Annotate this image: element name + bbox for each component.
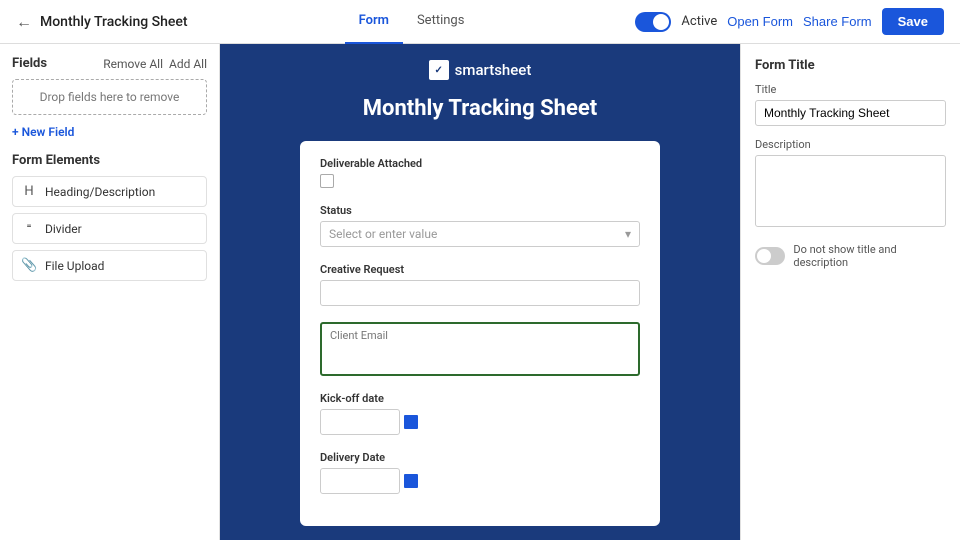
divider-label: Divider bbox=[45, 222, 82, 236]
deliverable-attached-label: Deliverable Attached bbox=[320, 157, 640, 170]
heading-label: Heading/Description bbox=[45, 185, 155, 199]
title-input[interactable] bbox=[755, 100, 946, 126]
toggle-row: Do not show title and description bbox=[755, 243, 946, 269]
field-kickoff-date: Kick-off date bbox=[320, 392, 640, 435]
header-right: Active Open Form Share Form Save bbox=[635, 8, 944, 35]
delivery-date-input[interactable] bbox=[320, 468, 400, 494]
active-toggle[interactable] bbox=[635, 12, 671, 32]
open-form-button[interactable]: Open Form bbox=[727, 14, 793, 29]
creative-request-input[interactable] bbox=[320, 280, 640, 306]
element-file-upload[interactable]: 📎 File Upload bbox=[12, 250, 207, 281]
kickoff-calendar-icon[interactable] bbox=[404, 415, 418, 429]
status-label: Status bbox=[320, 204, 640, 217]
creative-request-label: Creative Request bbox=[320, 263, 640, 276]
tab-settings[interactable]: Settings bbox=[403, 0, 478, 44]
description-label: Description bbox=[755, 138, 946, 151]
form-preview-title: Monthly Tracking Sheet bbox=[363, 96, 597, 121]
toggle-knob bbox=[653, 14, 669, 30]
title-label: Title bbox=[755, 83, 946, 96]
kickoff-date-label: Kick-off date bbox=[320, 392, 640, 405]
smartsheet-logo-icon: ✓ bbox=[429, 60, 449, 80]
page-title: Monthly Tracking Sheet bbox=[40, 14, 188, 30]
fields-title: Fields bbox=[12, 56, 47, 71]
divider-icon: ⁼ bbox=[21, 221, 37, 236]
delivery-date-label: Delivery Date bbox=[320, 451, 640, 464]
description-textarea[interactable] bbox=[755, 155, 946, 227]
delivery-calendar-icon[interactable] bbox=[404, 474, 418, 488]
form-preview: ✓ smartsheet Monthly Tracking Sheet Deli… bbox=[220, 44, 740, 540]
field-status: Status Select or enter value ▾ bbox=[320, 204, 640, 247]
field-client-email: Client Email bbox=[320, 322, 640, 376]
main-layout: Fields Remove All Add All Drop fields he… bbox=[0, 44, 960, 540]
field-deliverable-attached: Deliverable Attached bbox=[320, 157, 640, 188]
element-heading[interactable]: H Heading/Description bbox=[12, 176, 207, 207]
kickoff-date-input[interactable] bbox=[320, 409, 400, 435]
show-title-toggle[interactable] bbox=[755, 247, 785, 265]
share-form-button[interactable]: Share Form bbox=[803, 14, 872, 29]
form-card: Deliverable Attached Status Select or en… bbox=[300, 141, 660, 526]
right-panel: Form Title Title Description Do not show… bbox=[740, 44, 960, 540]
active-label: Active bbox=[681, 14, 717, 29]
header-tabs: Form Settings bbox=[345, 0, 479, 44]
fields-header: Fields Remove All Add All bbox=[12, 56, 207, 71]
field-creative-request: Creative Request bbox=[320, 263, 640, 306]
tab-form[interactable]: Form bbox=[345, 0, 403, 44]
field-delivery-date: Delivery Date bbox=[320, 451, 640, 494]
deliverable-attached-checkbox[interactable] bbox=[320, 174, 334, 188]
sidebar: Fields Remove All Add All Drop fields he… bbox=[0, 44, 220, 540]
chevron-down-icon: ▾ bbox=[625, 227, 631, 241]
save-button[interactable]: Save bbox=[882, 8, 944, 35]
client-email-textarea[interactable]: Client Email bbox=[320, 322, 640, 376]
remove-all-button[interactable]: Remove All bbox=[103, 57, 163, 71]
smartsheet-logo: ✓ smartsheet bbox=[429, 60, 532, 80]
show-title-toggle-knob bbox=[757, 249, 771, 263]
status-placeholder: Select or enter value bbox=[329, 227, 437, 241]
header: ← Monthly Tracking Sheet Form Settings A… bbox=[0, 0, 960, 44]
panel-section-title: Form Title bbox=[755, 58, 946, 73]
sidebar-actions: Remove All Add All bbox=[103, 57, 207, 71]
drop-zone[interactable]: Drop fields here to remove bbox=[12, 79, 207, 115]
header-left: ← Monthly Tracking Sheet bbox=[16, 12, 188, 32]
file-upload-icon: 📎 bbox=[21, 258, 37, 273]
status-select[interactable]: Select or enter value ▾ bbox=[320, 221, 640, 247]
file-upload-label: File Upload bbox=[45, 259, 104, 273]
element-divider[interactable]: ⁼ Divider bbox=[12, 213, 207, 244]
back-button[interactable]: ← bbox=[16, 12, 32, 32]
smartsheet-logo-text: smartsheet bbox=[455, 61, 532, 79]
add-field-button[interactable]: + New Field bbox=[12, 125, 74, 139]
heading-icon: H bbox=[21, 184, 37, 199]
add-all-button[interactable]: Add All bbox=[169, 57, 207, 71]
form-elements-title: Form Elements bbox=[12, 153, 207, 168]
toggle-text: Do not show title and description bbox=[793, 243, 946, 269]
client-email-label: Client Email bbox=[330, 329, 388, 342]
